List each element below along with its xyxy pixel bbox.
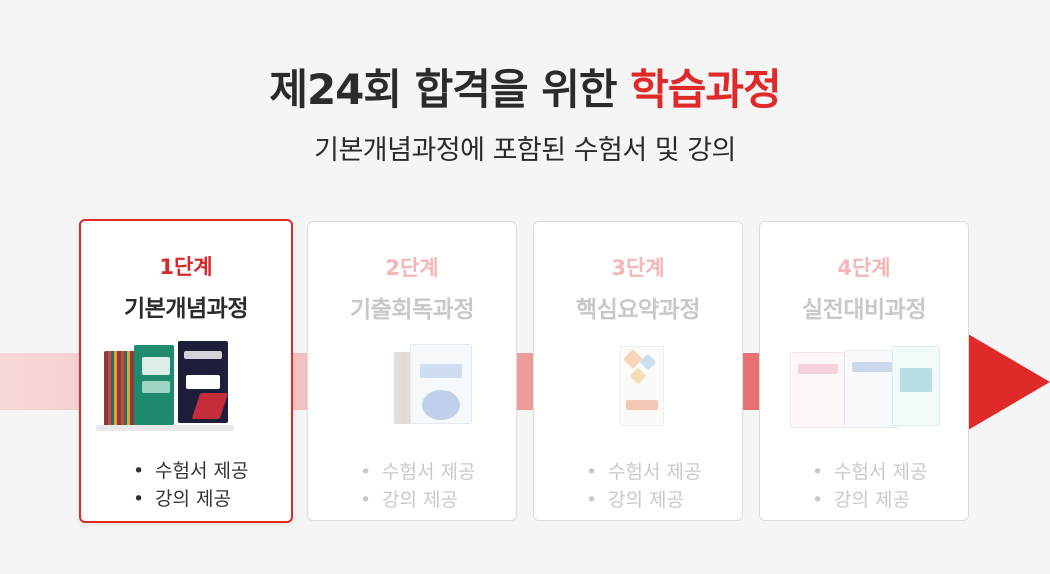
bullet-icon: • (586, 461, 598, 483)
list-item-label: 강의 제공 (608, 489, 684, 511)
list-item-label: 강의 제공 (834, 489, 910, 511)
step-title: 기출회독과정 (350, 297, 474, 323)
list-item: • 수험서 제공 (133, 457, 291, 485)
step-title: 실전대비과정 (802, 297, 926, 323)
headline-prefix: 제24회 합격을 위한 (269, 65, 631, 114)
step-card-3[interactable]: 3단계 핵심요약과정 • 수험서 제공 • 강의 제공 (533, 221, 743, 521)
bullet-icon: • (133, 460, 145, 482)
bullet-icon: • (360, 489, 372, 511)
list-item-label: 수험서 제공 (608, 461, 702, 483)
list-item: • 수험서 제공 (586, 458, 742, 486)
step-feature-list: • 수험서 제공 • 강의 제공 (308, 458, 516, 514)
arrow-right-icon (968, 334, 1050, 430)
book-set-image (322, 342, 502, 434)
step-feature-list: • 수험서 제공 • 강의 제공 (760, 458, 968, 514)
list-item: • 수험서 제공 (360, 458, 516, 486)
step-title: 기본개념과정 (124, 296, 248, 322)
book-image (548, 342, 728, 434)
step-card-1[interactable]: 1단계 기본개념과정 • 수험서 제공 • 강의 제공 (79, 219, 293, 523)
list-item-label: 강의 제공 (155, 488, 231, 510)
step-label: 4단계 (837, 256, 891, 280)
book-set-image (96, 341, 276, 433)
list-item-label: 수험서 제공 (155, 460, 249, 482)
step-label: 1단계 (159, 255, 213, 279)
list-item: • 강의 제공 (133, 485, 291, 513)
list-item: • 강의 제공 (812, 486, 968, 514)
list-item: • 수험서 제공 (812, 458, 968, 486)
step-title: 핵심요약과정 (576, 297, 700, 323)
bullet-icon: • (812, 461, 824, 483)
step-label: 2단계 (385, 256, 439, 280)
step-card-4[interactable]: 4단계 실전대비과정 • 수험서 제공 • 강의 제공 (759, 221, 969, 521)
bullet-icon: • (360, 461, 372, 483)
step-card-2[interactable]: 2단계 기출회독과정 • 수험서 제공 • 강의 제공 (307, 221, 517, 521)
list-item-label: 수험서 제공 (382, 461, 476, 483)
list-item-label: 강의 제공 (382, 489, 458, 511)
list-item-label: 수험서 제공 (834, 461, 928, 483)
list-item: • 강의 제공 (360, 486, 516, 514)
bullet-icon: • (812, 489, 824, 511)
book-set-image (774, 342, 954, 434)
step-feature-list: • 수험서 제공 • 강의 제공 (81, 457, 291, 513)
step-label: 3단계 (611, 256, 665, 280)
bullet-icon: • (586, 489, 598, 511)
bullet-icon: • (133, 488, 145, 510)
list-item: • 강의 제공 (586, 486, 742, 514)
page-headline: 제24회 합격을 위한 학습과정 (0, 56, 1050, 117)
page-subline: 기본개념과정에 포함된 수험서 및 강의 (314, 135, 736, 166)
headline-accent: 학습과정 (630, 65, 782, 114)
step-feature-list: • 수험서 제공 • 강의 제공 (534, 458, 742, 514)
